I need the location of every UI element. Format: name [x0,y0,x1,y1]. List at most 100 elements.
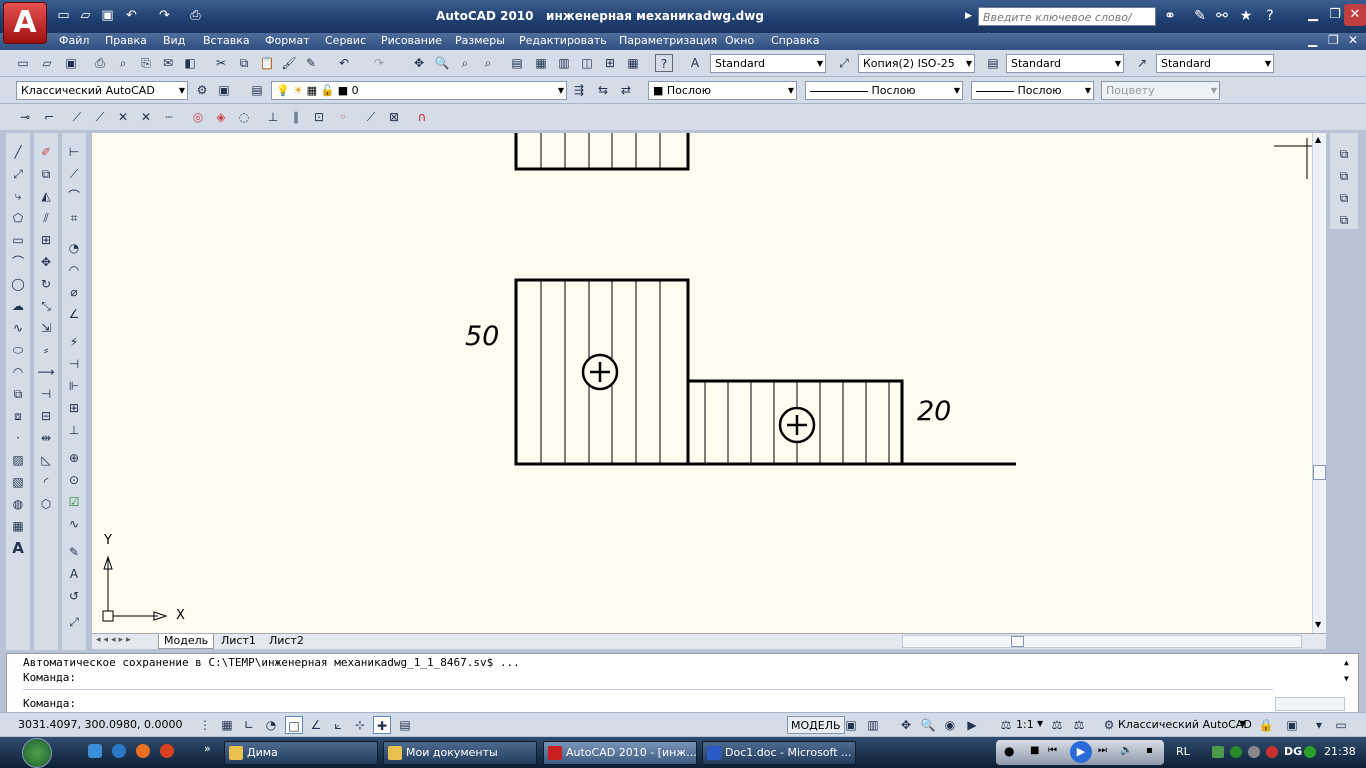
color-select[interactable]: ■ Послою ▼ [648,81,797,100]
ducs-mode-icon[interactable]: ⟀ [329,716,347,734]
publish-icon[interactable]: ⎘ [137,54,155,72]
send-under-icon[interactable]: ⧉ [1335,211,1353,229]
tray-icon-4[interactable] [1266,746,1278,758]
lineweight-mode-icon[interactable]: ✚ [373,716,391,734]
tray-icon-1[interactable] [1212,746,1224,758]
undo-icon[interactable]: ↶ [335,54,353,72]
spline-icon[interactable]: ∿ [9,319,27,337]
media-stop-icon[interactable]: ■ [1030,745,1039,756]
properties-icon[interactable]: ▤ [508,54,526,72]
paste-icon[interactable]: 📋 [258,54,276,72]
redo-icon[interactable]: ↷ [155,7,174,25]
command-prompt[interactable]: Команда: [23,697,76,710]
dim-text-edit-icon[interactable]: A [65,565,83,583]
cut-icon[interactable]: ✂ [212,54,230,72]
annotation-scale-icon[interactable]: ⚖ [997,716,1015,734]
dim-break-icon[interactable]: ⊥ [65,421,83,439]
snap-insert-icon[interactable]: ⊡ [310,108,328,126]
workspace-dropdown-icon[interactable]: ▼ [1240,719,1246,728]
dim-baseline-icon[interactable]: ⊣ [65,355,83,373]
layer-select[interactable]: 💡 ☀ ▦ 🔓 ■ 0 ▼ [271,81,567,100]
media-play-icon[interactable]: ▶ [1070,741,1092,763]
application-menu-button[interactable]: A [3,2,47,44]
menu-dimension[interactable]: Размеры [455,34,505,47]
command-window[interactable]: Автоматическое сохранение в C:\TEMP\инже… [6,653,1359,713]
menu-file[interactable]: Файл [59,34,89,47]
circle-icon[interactable]: ◯ [9,275,27,293]
text-style-select[interactable]: Standard ▼ [710,54,826,73]
region-icon[interactable]: ◍ [9,495,27,513]
snap-quadrant-icon[interactable]: ◈ [212,108,230,126]
menu-edit[interactable]: Правка [105,34,147,47]
horizontal-scrollbar[interactable] [902,635,1302,648]
quick-dim-icon[interactable]: ⚡ [65,333,83,351]
quick-view-layouts-icon[interactable]: ▣ [842,716,860,734]
design-center-icon[interactable]: ▦ [532,54,550,72]
lineweight-select[interactable]: Послою ▼ [971,81,1094,100]
menu-view[interactable]: Вид [163,34,185,47]
sheet-set-icon[interactable]: ◫ [578,54,596,72]
restore-icon[interactable]: ❐ [1324,4,1346,26]
snap-from-icon[interactable]: ⌐ [40,108,58,126]
menu-window[interactable]: Окно [725,34,754,47]
rotate-icon[interactable]: ↻ [37,275,55,293]
vertical-scroll-thumb[interactable] [1313,465,1326,480]
communication-icon[interactable]: ⚯ [1212,7,1232,26]
dim-style-icon[interactable]: ⤢ [835,54,853,72]
firefox-icon[interactable] [136,744,150,758]
snap-center-icon[interactable]: ◎ [189,108,207,126]
tab-sheet2[interactable]: Лист2 [264,634,309,649]
scale-dropdown-icon[interactable]: ▼ [1037,719,1043,728]
trim-icon[interactable]: ⸗ [37,341,55,359]
opera-icon[interactable] [160,744,174,758]
media-volume-icon[interactable]: 🔈 [1120,745,1132,756]
cmd-hscroll[interactable] [1275,697,1345,711]
layer-properties-icon[interactable]: ▤ [248,81,266,99]
make-block-icon[interactable]: ⧈ [9,407,27,425]
snap-midpoint-icon[interactable]: ⟋ [91,108,109,126]
markup-icon[interactable]: ⊞ [601,54,619,72]
xline-icon[interactable]: ⤢ [9,165,27,183]
zoom-previous-icon[interactable]: ⌕ [479,54,497,72]
doc-minimize-icon[interactable]: ▁ [1308,33,1317,47]
ie-icon[interactable] [112,744,126,758]
media-prev-icon[interactable]: ⏮ [1048,745,1057,756]
snap-node-icon[interactable]: ◦ [334,108,352,126]
snap-tangent-icon[interactable]: ◌ [235,108,253,126]
break-icon[interactable]: ⊟ [37,407,55,425]
inspect-icon[interactable]: ☑ [65,493,83,511]
offset-icon[interactable]: ⫽ [37,209,55,227]
pan-status-icon[interactable]: ✥ [897,716,915,734]
vertical-scrollbar[interactable]: ▲ ▼ [1312,133,1326,633]
tab-sheet1[interactable]: Лист1 [216,634,261,649]
taskbar-item-autocad[interactable]: AutoCAD 2010 - [инж... [543,741,697,765]
scroll-down-icon[interactable]: ▼ [1315,620,1321,629]
line-icon[interactable]: ╱ [9,143,27,161]
dim-linear-icon[interactable]: ⊢ [65,143,83,161]
minimize-icon[interactable]: ▁ [1302,4,1324,26]
tab-model[interactable]: Модель [158,634,215,649]
insert-block-icon[interactable]: ⧉ [9,385,27,403]
dim-space-icon[interactable]: ⊞ [65,399,83,417]
copy-object-icon[interactable]: ⧉ [37,165,55,183]
save-icon[interactable]: ▣ [62,54,80,72]
dim-aligned-icon[interactable]: ⟋ [65,165,83,183]
ortho-mode-icon[interactable]: ∟ [240,716,258,734]
snap-endpoint-icon[interactable]: ⟋ [68,108,86,126]
auto-scale-icon[interactable]: ⚖ [1070,716,1088,734]
help-icon[interactable]: ? [655,54,673,72]
workspace-select[interactable]: Классический AutoCAD ▼ [16,81,188,100]
dim-style-select[interactable]: Копия(2) ISO-25 ▼ [858,54,975,73]
tray-icon-2[interactable] [1230,746,1242,758]
move-icon[interactable]: ✥ [37,253,55,271]
cmd-scroll-up-icon[interactable]: ▲ [1344,658,1349,667]
osnap-settings-icon[interactable]: ∩ [413,108,431,126]
open-icon[interactable]: ▱ [38,54,56,72]
polar-tracking-icon[interactable]: ◔ [262,716,280,734]
horizontal-scroll-thumb[interactable] [1011,636,1024,647]
etransmit-icon[interactable]: ✉ [159,54,177,72]
dim-arc-icon[interactable]: ⌒ [65,187,83,205]
plot-icon[interactable]: ⎙ [186,7,205,25]
fillet-icon[interactable]: ◜ [37,473,55,491]
taskbar-item-folder-dima[interactable]: Дима [224,741,378,765]
